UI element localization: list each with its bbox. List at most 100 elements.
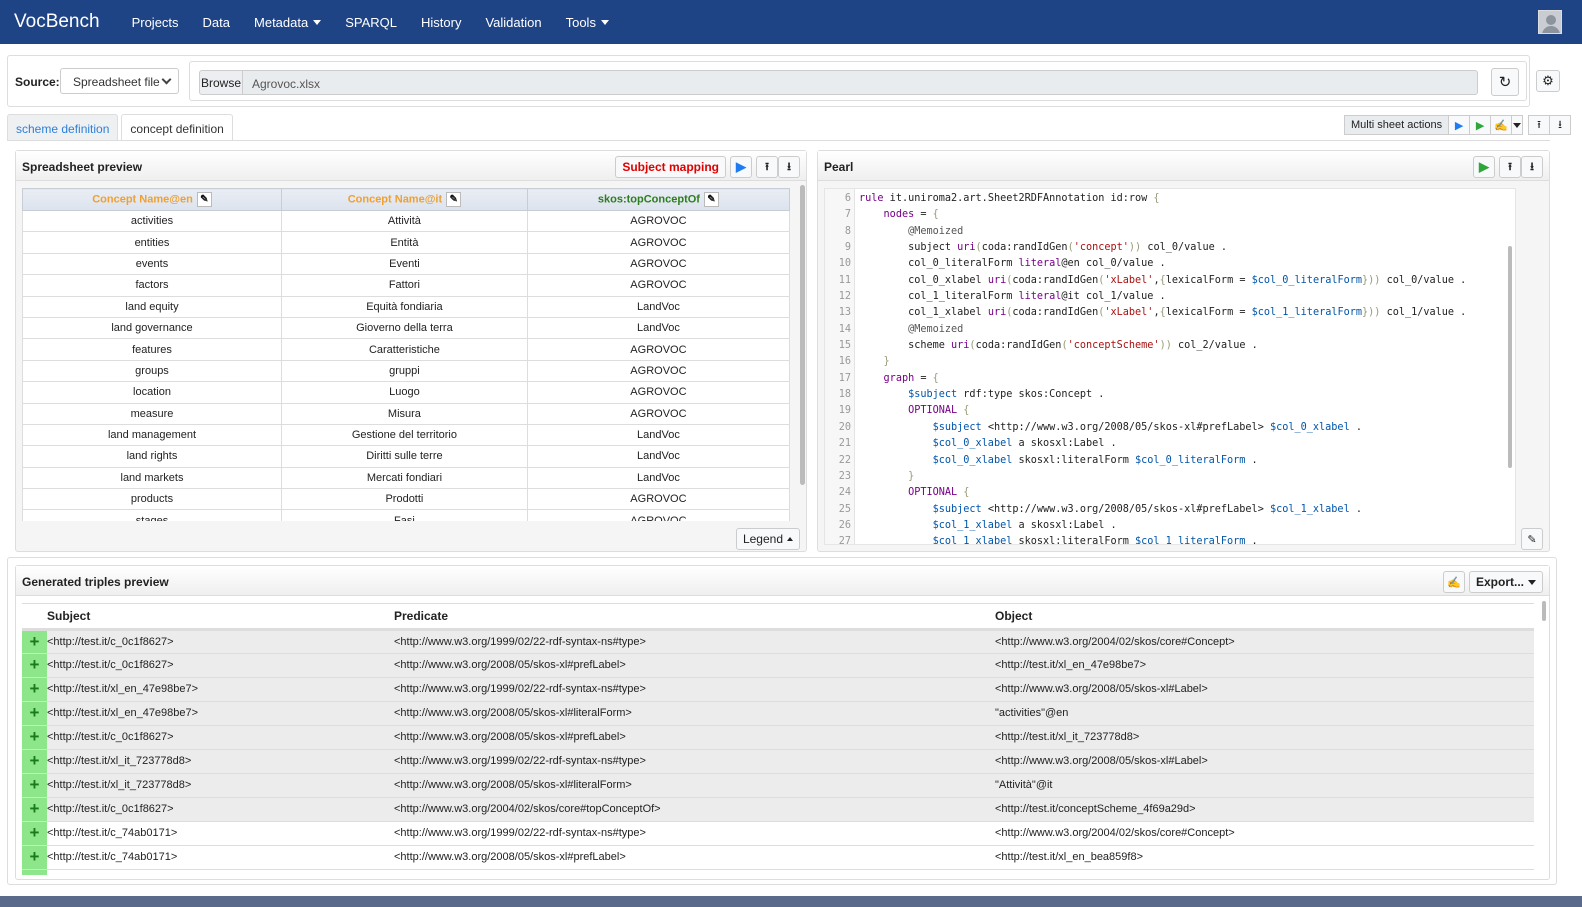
code-text: scheme uri(coda:randIdGen('conceptScheme… [859, 340, 1258, 352]
table-cell[interactable]: Gestione del territorio [281, 423, 528, 447]
triples-scrollbar[interactable] [1542, 601, 1546, 621]
edit-icon[interactable]: ✎ [703, 192, 719, 207]
nav-item-label: Projects [131, 14, 179, 30]
edit-pearl-button[interactable]: ✎ [1521, 528, 1543, 550]
multi-edit-button[interactable]: ✍ [1490, 115, 1513, 135]
nav-item-tools[interactable]: Tools [554, 15, 621, 30]
edit-icon[interactable]: ✎ [446, 192, 462, 207]
download-button[interactable]: ⭳ [778, 156, 800, 178]
table-cell[interactable]: Caratteristiche [281, 338, 528, 361]
table-cell[interactable]: AGROVOC [526, 338, 790, 361]
table-cell[interactable]: Attività [281, 209, 528, 233]
nav-item-projects[interactable]: Projects [120, 15, 191, 30]
settings-button[interactable]: ⚙ [1536, 70, 1560, 92]
run-button[interactable]: ▶ [730, 156, 752, 178]
table-cell[interactable]: Diritti sulle terre [281, 445, 528, 468]
table-cell[interactable]: AGROVOC [526, 359, 790, 383]
nav-item-history[interactable]: History [409, 15, 473, 30]
refresh-button[interactable]: ↻ [1491, 68, 1519, 96]
table-cell[interactable]: location [22, 381, 282, 404]
multi-run-blue-button[interactable]: ▶ [1448, 115, 1471, 135]
table-cell[interactable]: Prodotti [281, 488, 528, 511]
table-row: entities Entità AGROVOC [22, 231, 790, 254]
user-avatar[interactable] [1538, 10, 1562, 34]
download-pearl-button[interactable]: ⭳ [1521, 156, 1543, 178]
table-cell[interactable]: factors [22, 274, 282, 297]
table-cell[interactable]: AGROVOC [526, 252, 790, 276]
edit-triples-button[interactable]: ✍ [1442, 571, 1465, 593]
table-cell[interactable]: Eventi [281, 252, 528, 276]
source-select[interactable]: Spreadsheet file [60, 68, 179, 94]
export-button[interactable]: Export... [1468, 571, 1543, 593]
nav-item-validation[interactable]: Validation [473, 15, 553, 30]
pearl-code-editor[interactable]: 6 rule it.uniroma2.art.Sheet2RDFAnnotatio… [824, 188, 1516, 545]
table-cell[interactable]: Fasi [281, 509, 528, 521]
multi-upload-button[interactable]: ⭱ [1528, 115, 1551, 135]
table-cell[interactable]: AGROVOC [526, 402, 790, 425]
upload-button[interactable]: ⭱ [756, 156, 778, 178]
source-label: Source: [15, 75, 60, 89]
nav-item-metadata[interactable]: Metadata [242, 15, 333, 30]
table-cell[interactable]: LandVoc [526, 445, 790, 468]
tab-scheme-definition[interactable]: scheme definition [7, 114, 119, 141]
multi-run-green-button[interactable]: ▶ [1469, 115, 1492, 135]
column-header[interactable]: Concept Name@en ✎ [22, 188, 282, 211]
table-cell[interactable]: LandVoc [526, 466, 790, 490]
table-cell[interactable]: LandVoc [526, 295, 790, 318]
table-cell[interactable]: land management [22, 423, 282, 447]
browse-button[interactable]: Browse [199, 70, 243, 95]
table-cell[interactable]: events [22, 252, 282, 276]
run-pearl-button[interactable]: ▶ [1473, 156, 1495, 178]
column-header[interactable]: Object [995, 604, 1534, 631]
table-cell[interactable]: AGROVOC [526, 231, 790, 254]
table-cell[interactable]: Mercati fondiari [281, 466, 528, 490]
table-cell[interactable]: land rights [22, 445, 282, 468]
column-header[interactable]: Concept Name@it ✎ [281, 188, 528, 211]
edit-icon[interactable]: ✎ [196, 192, 212, 207]
triple-row: + <http://test.it/c_74ab0171> <http://www.… [22, 821, 1534, 846]
code-line: 7 nodes = { [825, 207, 1515, 223]
column-header[interactable]: Subject [47, 604, 394, 631]
table-cell[interactable]: AGROVOC [526, 488, 790, 511]
table-cell[interactable]: AGROVOC [526, 274, 790, 297]
table-row: land markets Mercati fondiari LandVoc [22, 466, 790, 490]
table-cell[interactable]: features [22, 338, 282, 361]
table-row: stages Fasi AGROVOC [22, 509, 790, 521]
nav-item-sparql[interactable]: SPARQL [333, 15, 409, 30]
table-cell[interactable]: gruppi [281, 359, 528, 383]
table-cell[interactable]: AGROVOC [526, 209, 790, 233]
spreadsheet-scrollbar[interactable] [800, 185, 805, 485]
brand-logo[interactable]: VocBench [14, 11, 100, 33]
upload-pearl-button[interactable]: ⭱ [1499, 156, 1521, 178]
nav-item-data[interactable]: Data [191, 15, 242, 30]
table-cell[interactable]: land markets [22, 466, 282, 490]
multi-dropdown-button[interactable] [1511, 115, 1524, 135]
table-cell[interactable]: Fattori [281, 274, 528, 297]
legend-button[interactable]: Legend [735, 528, 800, 550]
gear-icon: ⚙ [1542, 73, 1554, 88]
code-scrollbar[interactable] [1508, 246, 1512, 468]
table-cell[interactable]: LandVoc [526, 423, 790, 447]
table-cell[interactable]: Entità [281, 231, 528, 254]
table-cell[interactable]: Luogo [281, 381, 528, 404]
table-cell[interactable]: AGROVOC [526, 381, 790, 404]
tab-concept-definition[interactable]: concept definition [121, 114, 233, 141]
column-header[interactable]: skos:topConceptOf ✎ [526, 188, 790, 211]
table-cell[interactable]: LandVoc [526, 316, 790, 340]
table-cell[interactable]: activities [22, 209, 282, 233]
table-cell[interactable]: AGROVOC [526, 509, 790, 521]
table-cell[interactable]: products [22, 488, 282, 511]
table-cell[interactable]: Misura [281, 402, 528, 425]
subject-mapping-button[interactable]: Subject mapping [615, 156, 726, 178]
table-cell[interactable]: Equità fondiaria [281, 295, 528, 318]
table-cell[interactable]: groups [22, 359, 282, 383]
table-cell[interactable]: land governance [22, 316, 282, 340]
column-header[interactable]: Predicate [394, 604, 995, 631]
table-cell[interactable]: stages [22, 509, 282, 521]
table-cell[interactable]: entities [22, 231, 282, 254]
file-name-input[interactable]: Agrovoc.xlsx [242, 70, 1478, 95]
table-cell[interactable]: Gioverno della terra [281, 316, 528, 340]
table-cell[interactable]: land equity [22, 295, 282, 318]
table-cell[interactable]: measure [22, 402, 282, 425]
multi-download-button[interactable]: ⭳ [1549, 115, 1572, 135]
